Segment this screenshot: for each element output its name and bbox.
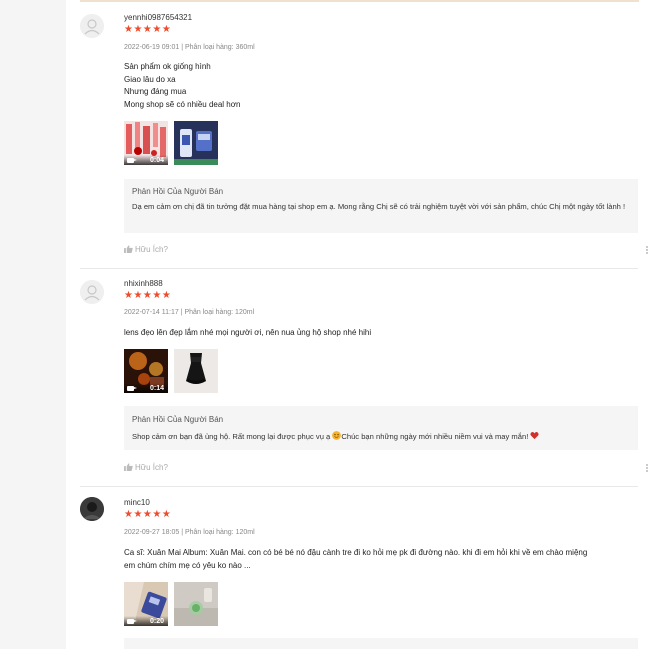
seller-reply: Phản Hồi Của Người Bán Shop cảm ơn bạn đ… bbox=[124, 406, 638, 450]
video-duration: 0:20 bbox=[149, 618, 164, 625]
user-avatar-image bbox=[80, 497, 104, 521]
review-video-thumbnail[interactable]: 0:20 bbox=[124, 582, 168, 626]
review-text: Ca sĩ: Xuân Mai Album: Xuân Mai. con có … bbox=[124, 547, 587, 572]
helpful-button[interactable]: Hữu Ích? bbox=[124, 245, 168, 254]
review-meta: 2022-06-19 09:01 | Phân loại hàng: 360ml bbox=[124, 44, 255, 51]
user-placeholder-icon bbox=[80, 280, 104, 304]
seller-reply-text: Dạ em cảm ơn chị đã tin tưởng đặt mua hà… bbox=[132, 202, 626, 211]
helpful-button[interactable]: Hữu Ích? bbox=[124, 463, 168, 472]
review-text-line: Ca sĩ: Xuân Mai Album: Xuân Mai. con có … bbox=[124, 548, 588, 557]
product-image bbox=[174, 349, 218, 393]
left-gutter bbox=[0, 0, 66, 649]
review-video-thumbnail[interactable]: 0:04 bbox=[124, 121, 168, 165]
video-camera-icon bbox=[127, 386, 137, 391]
avatar[interactable] bbox=[80, 497, 104, 521]
review-username[interactable]: minc10 bbox=[124, 498, 150, 507]
thumbs-up-icon bbox=[124, 463, 133, 471]
review-text-line: Sản phẩm ok giống hình bbox=[124, 62, 211, 71]
star-rating: ★★★★★ bbox=[124, 290, 172, 301]
more-vertical-icon bbox=[646, 464, 648, 466]
review-text: lens đẹo lên đẹp lắm nhé mọi người ơi, n… bbox=[124, 327, 371, 340]
reviews-panel: yennhi0987654321 ★★★★★ 2022-06-19 09:01 … bbox=[66, 0, 649, 649]
review-text: Sản phẩm ok giống hình Giao lâu do xa Nh… bbox=[124, 61, 240, 111]
review-text-line: Mong shop sẽ có nhiều deal hơn bbox=[124, 99, 241, 109]
seller-reply-title: Phản Hồi Của Người Bán bbox=[132, 415, 224, 424]
review-username[interactable]: nhixinh888 bbox=[124, 279, 163, 288]
seller-reply-title: Phản Hồi Của Người Bán bbox=[132, 187, 224, 196]
avatar[interactable] bbox=[80, 280, 104, 304]
video-camera-icon bbox=[127, 158, 137, 163]
user-placeholder-icon bbox=[80, 14, 104, 38]
seller-reply-text-part: Chúc bạn những ngày mới nhiều niềm vui v… bbox=[341, 432, 531, 441]
helpful-label: Hữu Ích? bbox=[135, 245, 168, 254]
video-duration: 0:04 bbox=[149, 157, 164, 164]
seller-reply bbox=[124, 638, 638, 649]
seller-reply: Phản Hồi Của Người Bán Dạ em cảm ơn chị … bbox=[124, 179, 638, 233]
video-overlay: 0:20 bbox=[124, 616, 168, 626]
star-rating: ★★★★★ bbox=[124, 24, 172, 35]
review-image-thumbnail[interactable] bbox=[174, 582, 218, 626]
video-duration: 0:14 bbox=[149, 385, 164, 392]
thumbs-up-icon bbox=[124, 245, 133, 253]
review-text-line: Giao lâu do xa bbox=[124, 74, 176, 84]
avatar[interactable] bbox=[80, 14, 104, 38]
review-username[interactable]: yennhi0987654321 bbox=[124, 13, 192, 22]
review-text-line: lens đẹo lên đẹp lắm nhé mọi người ơi, n… bbox=[124, 328, 372, 337]
review-text-line: em chúm chím mẹ có yêu ko nào ... bbox=[124, 560, 251, 570]
review-video-thumbnail[interactable]: 0:14 bbox=[124, 349, 168, 393]
seller-reply-text: Shop cảm ơn bạn đã ủng hộ. Rất mong lại … bbox=[132, 431, 630, 442]
review-meta: 2022-07-14 11:17 | Phân loại hàng: 120ml bbox=[124, 309, 255, 316]
video-overlay: 0:04 bbox=[124, 155, 168, 165]
review-divider bbox=[80, 268, 638, 269]
video-camera-icon bbox=[127, 619, 137, 624]
review-meta: 2022-09-27 18:05 | Phân loại hàng: 120ml bbox=[124, 529, 255, 536]
more-vertical-icon bbox=[646, 246, 648, 248]
review-image-thumbnail[interactable] bbox=[174, 349, 218, 393]
review-image-thumbnail[interactable] bbox=[174, 121, 218, 165]
helpful-label: Hữu Ích? bbox=[135, 463, 168, 472]
heart-emoji-icon bbox=[530, 432, 540, 440]
seller-reply-text-part: Shop cảm ơn bạn đã ủng hộ. Rất mong lại … bbox=[132, 432, 333, 441]
video-overlay: 0:14 bbox=[124, 383, 168, 393]
review-text-line: Nhưng đáng mua bbox=[124, 87, 187, 96]
star-rating: ★★★★★ bbox=[124, 509, 172, 520]
product-image bbox=[174, 121, 218, 165]
panel-top-border bbox=[80, 0, 639, 2]
product-image bbox=[174, 582, 218, 626]
review-divider bbox=[80, 486, 638, 487]
